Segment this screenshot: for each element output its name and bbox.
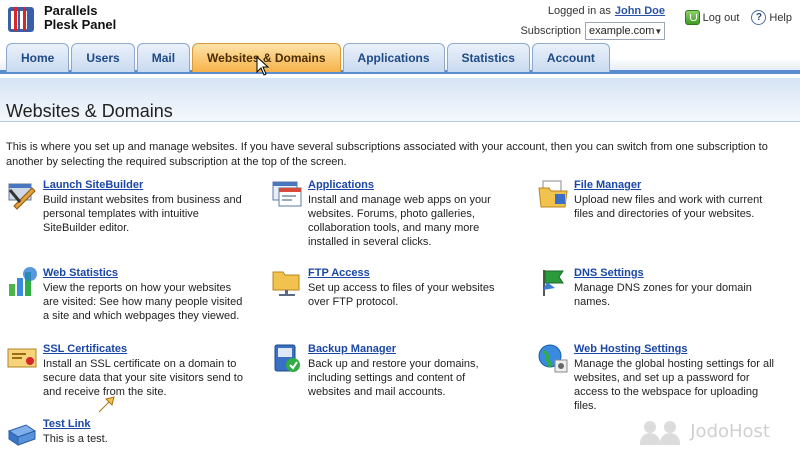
- backup-manager-link[interactable]: Backup Manager: [308, 342, 511, 356]
- tool-file-manager: File Manager Upload new files and work w…: [537, 178, 777, 221]
- applications-link[interactable]: Applications: [308, 178, 511, 192]
- tool-ftp-access: FTP Access Set up access to files of you…: [271, 266, 511, 309]
- tool-ssl-certificates: SSL Certificates Install an SSL certific…: [6, 342, 246, 399]
- dns-settings-link[interactable]: DNS Settings: [574, 266, 777, 280]
- file-manager-icon[interactable]: [537, 178, 569, 210]
- tool-test-link: Test Link This is a test.: [6, 417, 246, 449]
- ssl-certificates-link[interactable]: SSL Certificates: [43, 342, 246, 356]
- tab-applications[interactable]: Applications: [342, 43, 445, 72]
- watermark: JodoHost: [640, 417, 770, 445]
- tool-dns-settings: DNS Settings Manage DNS zones for your d…: [537, 266, 777, 309]
- web-statistics-icon[interactable]: [6, 266, 38, 298]
- people-icon: [640, 417, 684, 445]
- test-link-link[interactable]: Test Link: [43, 417, 246, 431]
- tab-users[interactable]: Users: [71, 43, 135, 72]
- backup-icon[interactable]: [271, 342, 303, 374]
- brand-name: Parallels Plesk Panel: [44, 4, 116, 32]
- tool-backup-manager: Backup Manager Back up and restore your …: [271, 342, 511, 399]
- help-link[interactable]: ? Help: [751, 10, 792, 25]
- test-link-icon[interactable]: [6, 417, 38, 449]
- arrow-overlay-icon: [98, 396, 115, 413]
- brand-line-2: Plesk Panel: [44, 17, 117, 32]
- web-hosting-settings-link[interactable]: Web Hosting Settings: [574, 342, 777, 356]
- logout-icon: [684, 10, 700, 25]
- parallels-logo[interactable]: Parallels Plesk Panel: [6, 4, 116, 34]
- help-icon: ?: [751, 10, 767, 25]
- tool-description: This is a test.: [43, 433, 108, 445]
- launch-sitebuilder-link[interactable]: Launch SiteBuilder: [43, 178, 246, 192]
- file-manager-link[interactable]: File Manager: [574, 178, 777, 192]
- tool-web-hosting-settings: Web Hosting Settings Manage the global h…: [537, 342, 777, 413]
- web-hosting-globe-icon[interactable]: [537, 342, 569, 374]
- logged-in-label: Logged in as: [547, 5, 611, 17]
- subscription-value: example.com: [589, 24, 655, 37]
- ftp-folder-icon[interactable]: [271, 266, 303, 298]
- tool-description: Manage the global hosting settings for a…: [574, 358, 774, 412]
- tool-description: Manage DNS zones for your domain names.: [574, 282, 752, 308]
- page-intro: This is where you set up and manage webs…: [6, 141, 768, 168]
- dns-flag-icon[interactable]: [537, 266, 569, 298]
- logout-label: Log out: [702, 11, 740, 24]
- user-name-link[interactable]: John Doe: [615, 3, 665, 20]
- page-title: Websites & Domains: [6, 101, 173, 121]
- user-info: Logged in as John Doe Subscription examp…: [520, 3, 665, 40]
- tab-mail[interactable]: Mail: [136, 43, 191, 72]
- tool-description: Build instant websites from business and…: [43, 194, 242, 234]
- tab-list: Home Users Mail Websites & Domains Appli…: [6, 43, 610, 72]
- tool-applications: Applications Install and manage web apps…: [271, 178, 511, 249]
- main-nav: Home Users Mail Websites & Domains Appli…: [0, 40, 800, 74]
- brand-line-1: Parallels: [44, 3, 98, 18]
- applications-icon[interactable]: [271, 178, 303, 210]
- parallels-logo-icon: [6, 4, 36, 34]
- subscription-label: Subscription: [520, 24, 581, 37]
- sitebuilder-icon[interactable]: [6, 178, 38, 210]
- header: Parallels Plesk Panel Logged in as John …: [0, 0, 800, 40]
- chevron-down-icon: ▼: [654, 26, 663, 36]
- tool-description: View the reports on how your websites ar…: [43, 282, 243, 322]
- mouse-cursor-icon: [256, 56, 270, 76]
- top-links: Log out ? Help: [684, 10, 792, 25]
- web-statistics-link[interactable]: Web Statistics: [43, 266, 246, 280]
- tab-home[interactable]: Home: [6, 43, 70, 72]
- tool-description: Install an SSL certificate on a domain t…: [43, 358, 243, 398]
- tool-launch-sitebuilder: Launch SiteBuilder Build instant website…: [6, 178, 246, 235]
- watermark-text: JodoHost: [690, 420, 770, 442]
- logout-link[interactable]: Log out: [684, 10, 740, 25]
- help-label: Help: [769, 11, 792, 24]
- tool-web-statistics: Web Statistics View the reports on how y…: [6, 266, 246, 323]
- tool-description: Install and manage web apps on your webs…: [308, 194, 491, 248]
- tab-account[interactable]: Account: [531, 43, 610, 72]
- subscription-select[interactable]: example.com ▼: [585, 22, 665, 40]
- tool-description: Back up and restore your domains, includ…: [308, 358, 479, 398]
- ftp-access-link[interactable]: FTP Access: [308, 266, 511, 280]
- ssl-certificate-icon[interactable]: [6, 342, 38, 374]
- tool-description: Set up access to files of your websites …: [308, 282, 495, 308]
- tab-statistics[interactable]: Statistics: [446, 43, 530, 72]
- tool-description: Upload new files and work with current f…: [574, 194, 763, 220]
